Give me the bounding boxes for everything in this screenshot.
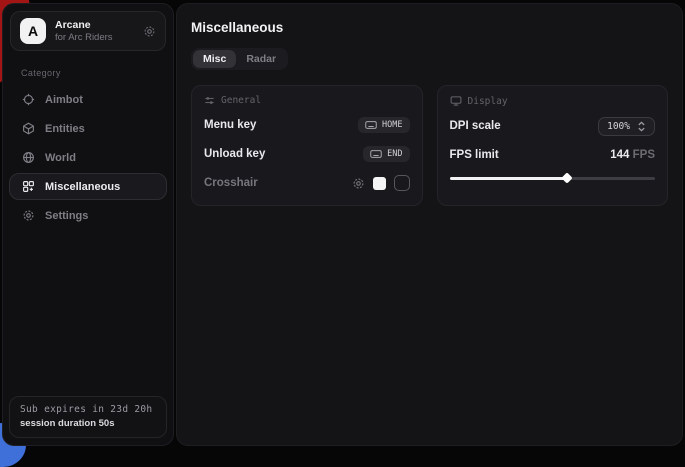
slider-fill	[450, 177, 567, 180]
monitor-icon	[450, 95, 462, 107]
entities-icon	[22, 122, 35, 135]
crosshair-row: Crosshair	[204, 173, 410, 193]
slider-thumb[interactable]	[561, 172, 572, 183]
fps-limit-value: 144 FPS	[610, 149, 655, 161]
sidebar-item-label: Miscellaneous	[45, 181, 120, 193]
keyboard-icon	[370, 149, 382, 159]
fps-limit-slider[interactable]	[450, 173, 656, 183]
cards-row: General Menu key HOME Unload key	[191, 85, 668, 206]
account-name: Arcane	[55, 19, 134, 32]
sidebar-item-miscellaneous[interactable]: Miscellaneous	[9, 173, 167, 200]
sidebar-item-label: World	[45, 152, 76, 164]
dpi-scale-label: DPI scale	[450, 120, 501, 132]
sidebar-item-label: Entities	[45, 123, 85, 135]
sliders-icon	[204, 95, 215, 106]
fps-unit: FPS	[633, 149, 655, 161]
tab-misc[interactable]: Misc	[193, 50, 236, 68]
globe-icon	[22, 151, 35, 164]
category-label: Category	[21, 68, 173, 78]
unload-key-value: END	[387, 149, 402, 159]
dpi-scale-value: 100%	[607, 121, 630, 132]
session-duration-text: session duration 50s	[20, 418, 156, 429]
crosshair-icon	[22, 93, 35, 106]
gear-icon[interactable]	[143, 25, 156, 38]
keyboard-icon	[365, 120, 377, 130]
sidebar-item-entities[interactable]: Entities	[9, 115, 167, 142]
menu-key-row: Menu key HOME	[204, 115, 410, 135]
general-card: General Menu key HOME Unload key	[191, 85, 423, 206]
unload-key-label: Unload key	[204, 148, 265, 160]
sidebar: A Arcane for Arc Riders Category Aimbot	[2, 3, 174, 446]
crosshair-color-swatch[interactable]	[373, 177, 386, 190]
sidebar-item-world[interactable]: World	[9, 144, 167, 171]
fps-limit-label: FPS limit	[450, 149, 499, 161]
avatar: A	[20, 18, 46, 44]
general-card-header: General	[204, 95, 410, 106]
general-card-title: General	[221, 95, 261, 106]
menu-key-label: Menu key	[204, 119, 256, 131]
menu-key-binding[interactable]: HOME	[358, 117, 409, 133]
display-card: Display DPI scale 100% FPS limit 144	[437, 85, 669, 206]
account-card[interactable]: A Arcane for Arc Riders	[10, 11, 166, 51]
gear-icon	[22, 209, 35, 222]
sub-expires-text: Sub expires in 23d 20h	[20, 404, 156, 415]
dpi-scale-row: DPI scale 100%	[450, 116, 656, 136]
unload-key-binding[interactable]: END	[363, 146, 409, 162]
subscription-info-card: Sub expires in 23d 20h session duration …	[9, 396, 167, 438]
page-title: Miscellaneous	[191, 20, 668, 35]
crosshair-controls	[352, 175, 410, 191]
display-card-title: Display	[468, 96, 508, 107]
grid-icon	[22, 180, 35, 193]
sidebar-nav: Aimbot Entities World	[3, 86, 173, 231]
tab-group: Misc Radar	[191, 48, 288, 70]
unfold-more-icon	[637, 121, 646, 132]
dpi-scale-select[interactable]: 100%	[598, 117, 655, 136]
display-card-header: Display	[450, 95, 656, 107]
sidebar-item-label: Settings	[45, 210, 88, 222]
menu-key-value: HOME	[382, 120, 402, 130]
tab-radar[interactable]: Radar	[236, 50, 286, 68]
crosshair-checkbox[interactable]	[394, 175, 410, 191]
account-subtitle: for Arc Riders	[55, 32, 134, 44]
gear-icon[interactable]	[352, 177, 365, 190]
fps-limit-row: FPS limit 144 FPS	[450, 145, 656, 165]
account-text: Arcane for Arc Riders	[55, 19, 134, 44]
fps-number: 144	[610, 149, 629, 161]
main-panel: Miscellaneous Misc Radar General Menu ke…	[176, 3, 683, 446]
sidebar-item-label: Aimbot	[45, 94, 83, 106]
crosshair-label: Crosshair	[204, 177, 258, 189]
unload-key-row: Unload key END	[204, 144, 410, 164]
sidebar-item-settings[interactable]: Settings	[9, 202, 167, 229]
sidebar-item-aimbot[interactable]: Aimbot	[9, 86, 167, 113]
